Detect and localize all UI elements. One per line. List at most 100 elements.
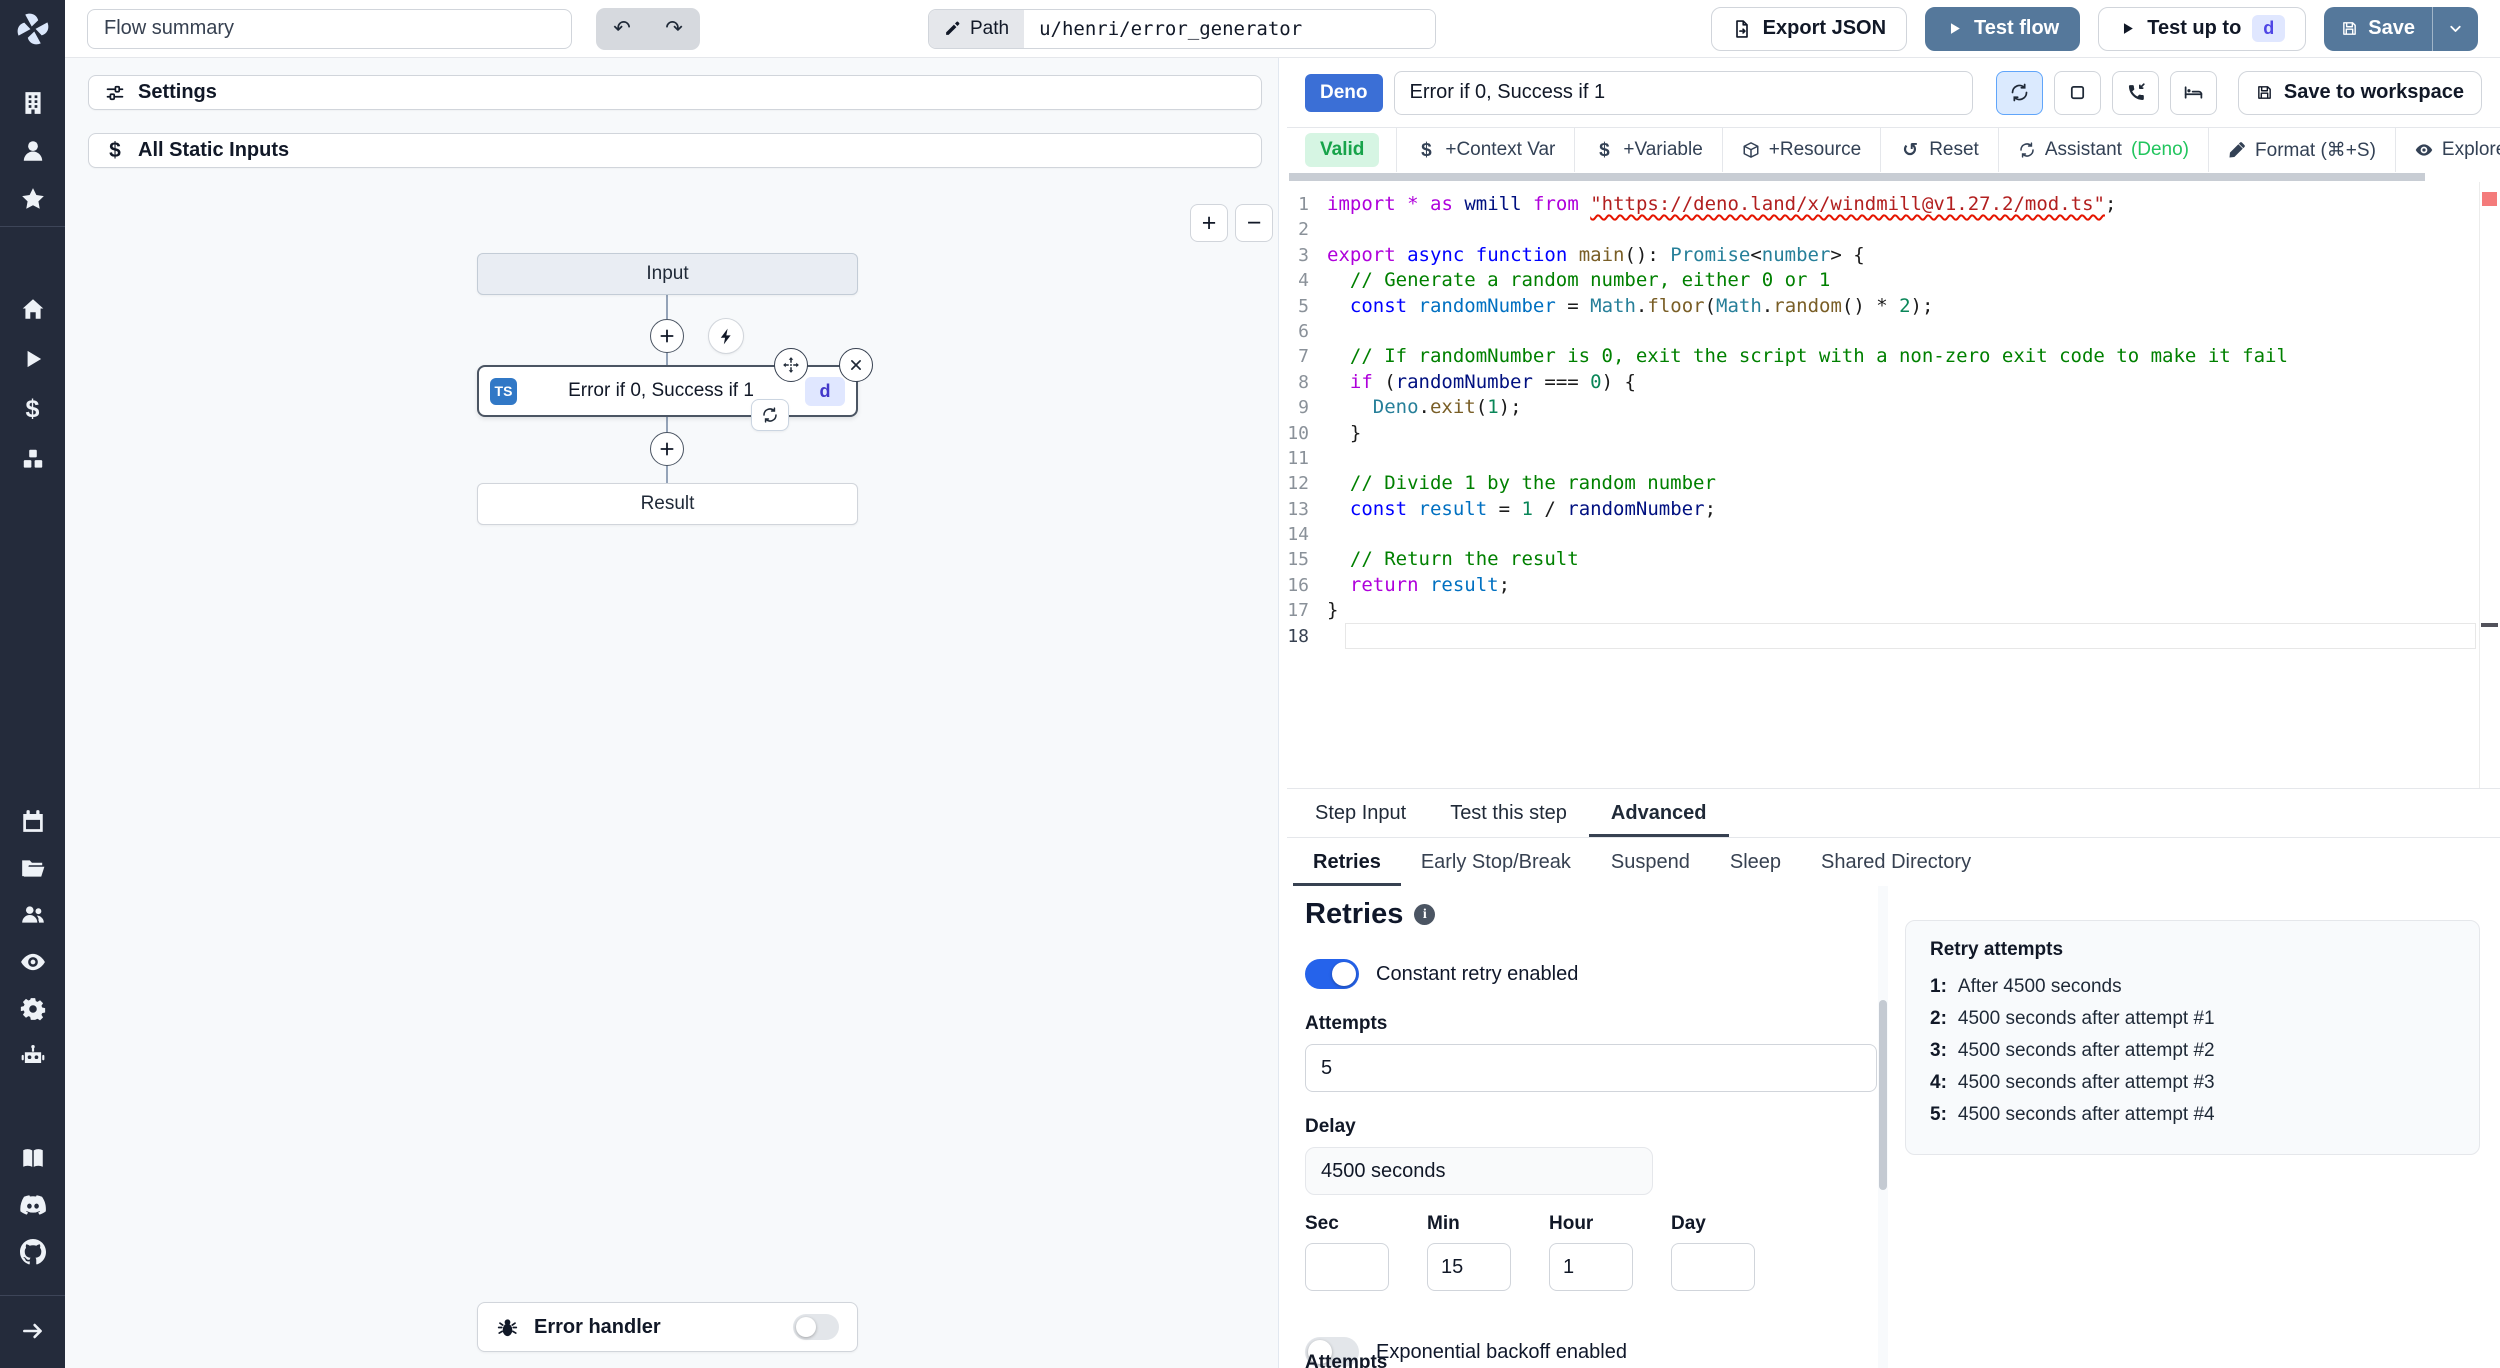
flow-result-node[interactable]: Result xyxy=(477,483,858,525)
home-icon[interactable] xyxy=(20,296,46,322)
line-number: 11 xyxy=(1287,447,1309,469)
undo-redo-group: ↶ ↷ xyxy=(596,7,700,50)
toolbar-item-explore-other-s[interactable]: Explore other s xyxy=(2394,128,2500,172)
flow-canvas[interactable]: Settings $ All Static Inputs + − Input T… xyxy=(65,58,1279,1368)
user-group-icon[interactable] xyxy=(20,902,46,928)
code-line: 14 xyxy=(1287,522,2500,547)
tab-test-this-step[interactable]: Test this step xyxy=(1428,789,1589,837)
error-handler-node[interactable]: Error handler xyxy=(477,1302,858,1352)
cubes-icon[interactable] xyxy=(20,446,46,472)
toolbar-item--variable[interactable]: $ +Variable xyxy=(1574,128,1721,172)
sec-input[interactable] xyxy=(1305,1243,1389,1291)
tab-advanced[interactable]: Advanced xyxy=(1589,789,1729,837)
discord-icon[interactable] xyxy=(19,1192,46,1218)
save-to-workspace-button[interactable]: Save to workspace xyxy=(2237,70,2482,115)
toolbar-item--resource[interactable]: +Resource xyxy=(1721,128,1880,172)
gear-icon[interactable] xyxy=(20,996,46,1022)
flow-settings-button[interactable]: Settings xyxy=(88,75,1262,110)
hour-input[interactable] xyxy=(1549,1243,1633,1291)
code-editor[interactable]: 1 import * as wmill from "https://deno.la… xyxy=(1287,182,2500,788)
sleep-button[interactable] xyxy=(2169,70,2217,115)
robot-icon[interactable] xyxy=(20,1043,46,1069)
error-handler-toggle[interactable] xyxy=(793,1314,839,1340)
early-stop-button[interactable] xyxy=(2053,70,2101,115)
time-unit-label: Hour xyxy=(1549,1213,1594,1234)
export-json-button[interactable]: Export JSON xyxy=(1710,6,1908,51)
toolbar-item-reset[interactable]: ↺ Reset xyxy=(1880,128,1998,172)
folder-open-icon[interactable] xyxy=(20,855,46,881)
windmill-logo-icon[interactable] xyxy=(14,10,52,48)
code-line: 7 // If randomNumber is 0, exit the scri… xyxy=(1287,344,2500,369)
retry-attempt-item: 2: 4500 seconds after attempt #1 xyxy=(1930,1008,2215,1029)
day-input[interactable] xyxy=(1671,1243,1755,1291)
redo-button[interactable]: ↷ xyxy=(648,8,700,50)
constant-retry-toggle[interactable] xyxy=(1305,959,1359,989)
plus-icon xyxy=(658,440,676,458)
line-number: 5 xyxy=(1298,295,1309,317)
toolbar-horizontal-scrollbar[interactable] xyxy=(1287,172,2500,182)
github-icon[interactable] xyxy=(19,1239,46,1265)
flow-step-node-selected[interactable]: TS Error if 0, Success if 1 d xyxy=(477,348,873,431)
save-button[interactable]: Save xyxy=(2324,6,2433,51)
path-input[interactable] xyxy=(1024,9,1435,48)
bed-icon xyxy=(2183,82,2204,103)
flow-summary-input[interactable] xyxy=(87,8,572,49)
min-input[interactable] xyxy=(1427,1243,1511,1291)
zoom-in-button[interactable]: + xyxy=(1190,204,1228,242)
delay-label: Delay xyxy=(1305,1116,1356,1137)
code-line: 15 // Return the result xyxy=(1287,547,2500,572)
star-icon[interactable] xyxy=(20,186,46,212)
close-icon xyxy=(847,356,865,374)
windmill-flow-editor: $ ↶ ↷ Path Export JSON Test flow xyxy=(0,0,2500,1368)
flow-input-node[interactable]: Input xyxy=(477,253,858,295)
app-sidebar: $ xyxy=(0,0,65,1368)
tab-step-input[interactable]: Step Input xyxy=(1293,789,1428,837)
all-static-inputs-button[interactable]: $ All Static Inputs xyxy=(88,133,1262,168)
retries-panel: Retries i Constant retry enabled Attempt… xyxy=(1287,886,2500,1368)
add-step-button[interactable] xyxy=(650,432,684,466)
trigger-step-button[interactable] xyxy=(708,318,744,354)
play-icon[interactable] xyxy=(20,346,46,372)
line-number: 14 xyxy=(1287,524,1309,546)
move-step-button[interactable] xyxy=(774,348,808,382)
retry-attempt-item: 1: After 4500 seconds xyxy=(1930,976,2122,997)
attempts-input[interactable] xyxy=(1305,1044,1877,1092)
calendar-icon[interactable] xyxy=(20,808,46,834)
test-up-to-button[interactable]: Test up to d xyxy=(2098,6,2307,51)
line-number: 10 xyxy=(1287,422,1309,444)
repeat-icon xyxy=(761,406,779,424)
toolbar-item-format-s-[interactable]: Format (⌘+S) xyxy=(2208,128,2395,172)
zoom-out-button[interactable]: − xyxy=(1235,204,1273,242)
info-icon[interactable]: i xyxy=(1414,904,1436,925)
retry-settings-button[interactable] xyxy=(1995,70,2043,115)
delete-step-button[interactable] xyxy=(839,348,873,382)
test-flow-button[interactable]: Test flow xyxy=(1925,6,2081,51)
user-icon[interactable] xyxy=(20,138,46,164)
step-retry-indicator[interactable] xyxy=(751,399,789,431)
building-icon[interactable] xyxy=(20,90,46,116)
save-icon xyxy=(2341,20,2358,37)
dollar-icon[interactable]: $ xyxy=(20,395,46,423)
code-line: 10 } xyxy=(1287,421,2500,446)
subtab-retries[interactable]: Retries xyxy=(1293,838,1401,886)
subtab-sleep[interactable]: Sleep xyxy=(1710,838,1801,886)
suspend-button[interactable] xyxy=(2111,70,2159,115)
eye-icon[interactable] xyxy=(20,949,46,975)
subtab-suspend[interactable]: Suspend xyxy=(1591,838,1710,886)
code-line: 1 import * as wmill from "https://deno.la… xyxy=(1287,192,2500,217)
subtab-early-stop-break[interactable]: Early Stop/Break xyxy=(1401,838,1591,886)
toolbar-item-assistant[interactable]: Assistant (Deno) xyxy=(1997,128,2208,172)
add-step-button[interactable] xyxy=(650,319,684,353)
code-line: 8 if (randomNumber === 0) { xyxy=(1287,370,2500,395)
step-name-input[interactable] xyxy=(1393,70,1973,115)
retries-vertical-scrollbar[interactable] xyxy=(1878,886,1888,1368)
time-unit-label: Min xyxy=(1427,1213,1460,1234)
toolbar-item--context-var[interactable]: $ +Context Var xyxy=(1396,128,1574,172)
subtab-shared-directory[interactable]: Shared Directory xyxy=(1801,838,1991,886)
save-dropdown-button[interactable] xyxy=(2433,6,2478,51)
delay-input[interactable] xyxy=(1305,1147,1653,1195)
language-badge: Deno xyxy=(1305,73,1383,112)
book-icon[interactable] xyxy=(20,1145,46,1171)
undo-button[interactable]: ↶ xyxy=(596,8,648,50)
arrow-right-icon[interactable] xyxy=(20,1318,46,1344)
